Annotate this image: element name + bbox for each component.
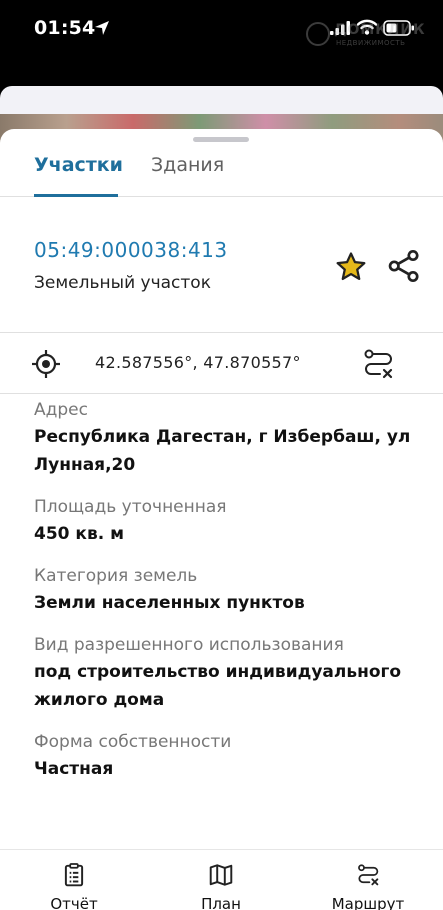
coordinates-text[interactable]: 42.587556°, 47.870557°	[95, 353, 301, 372]
nav-plan[interactable]: План	[166, 862, 276, 910]
parcel-details: Адрес Республика Дагестан, г Избербаш, у…	[34, 399, 424, 800]
route-icon[interactable]	[360, 346, 396, 382]
tab-buildings[interactable]: Здания	[151, 147, 241, 197]
nav-route[interactable]: Маршрут	[313, 862, 423, 910]
tab-bar: Участки Здания	[0, 147, 443, 197]
area-label: Площадь уточненная	[34, 497, 227, 517]
address-label: Адрес	[34, 400, 88, 420]
nav-report[interactable]: Отчёт	[19, 862, 129, 910]
map-plan-icon	[209, 864, 233, 886]
share-icon	[388, 249, 419, 283]
object-type: Земельный участок	[34, 273, 211, 293]
tab-parcels[interactable]: Участки	[34, 147, 123, 197]
parcel-bottom-sheet: Участки Здания 05:49:000038:413 Земельны…	[0, 129, 443, 910]
nav-plan-label: План	[201, 895, 241, 910]
route-icon	[358, 864, 379, 886]
crosshair-target-icon[interactable]	[30, 348, 62, 380]
star-icon	[336, 252, 366, 281]
permitted-use-label: Вид разрешенного использования	[34, 635, 344, 655]
status-bar: 01:54 ДОМКЛИК НЕДВИЖИМОСТЬ	[0, 0, 443, 62]
status-time: 01:54	[34, 17, 96, 39]
land-category-label: Категория земель	[34, 566, 198, 586]
watermark-brand: ДОМКЛИК	[334, 22, 426, 38]
permitted-use-value: под строительство индивидуального жилого…	[34, 662, 402, 710]
favorite-button[interactable]	[333, 249, 369, 285]
area-value: 450 кв. м	[34, 524, 124, 544]
bottom-navigation: Отчёт План Маршрут	[0, 849, 443, 910]
watermark-mark-icon	[306, 22, 330, 46]
nav-route-label: Маршрут	[331, 895, 405, 910]
ownership-value: Частная	[34, 759, 114, 779]
app-screen: Участки Здания 05:49:000038:413 Земельны…	[0, 86, 443, 910]
watermark-sub: НЕДВИЖИМОСТЬ	[336, 39, 406, 47]
ownership-label: Форма собственности	[34, 732, 232, 752]
watermark-logo: ДОМКЛИК НЕДВИЖИМОСТЬ	[306, 22, 428, 50]
land-category-value: Земли населенных пунктов	[34, 593, 305, 613]
nav-report-label: Отчёт	[50, 895, 98, 910]
report-clipboard-icon	[64, 863, 84, 887]
cadastral-number[interactable]: 05:49:000038:413	[34, 238, 228, 262]
sheet-drag-handle[interactable]	[193, 137, 249, 142]
location-arrow-icon	[95, 21, 109, 35]
address-value: Республика Дагестан, г Избербаш, ул Лунн…	[34, 427, 411, 475]
share-button[interactable]	[385, 247, 423, 285]
coordinates-row: 42.587556°, 47.870557°	[0, 333, 443, 394]
parcel-header: 05:49:000038:413 Земельный участок	[0, 198, 443, 333]
